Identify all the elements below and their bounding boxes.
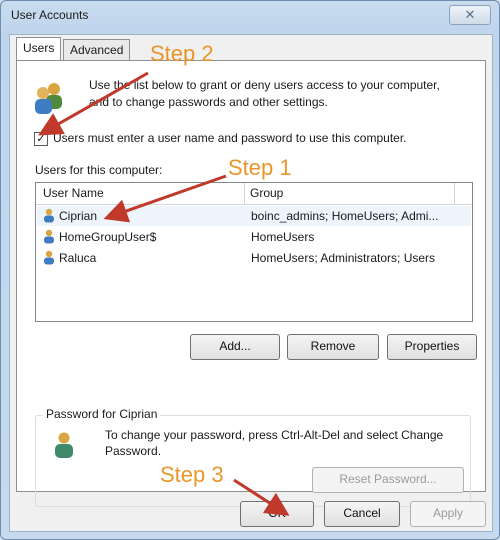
user-icon xyxy=(44,208,54,223)
apply-button[interactable]: Apply xyxy=(410,501,486,527)
users-tab-panel: Use the list below to grant or deny user… xyxy=(16,60,486,507)
ok-button[interactable]: OK xyxy=(240,501,314,527)
properties-button[interactable]: Properties xyxy=(387,334,477,360)
user-icon xyxy=(44,229,54,244)
column-separator[interactable] xyxy=(244,183,245,204)
group-cell: HomeUsers xyxy=(251,230,315,244)
remove-button[interactable]: Remove xyxy=(287,334,379,360)
password-group-title: Password for Ciprian xyxy=(43,407,161,421)
group-cell: HomeUsers; Administrators; Users xyxy=(251,251,436,265)
listview-header: User Name Group xyxy=(36,183,472,205)
user-name-cell: Ciprian xyxy=(59,209,98,223)
user-accounts-window: User Accounts ✕ Users Advanced Use the l… xyxy=(0,0,500,540)
step-2-annotation: Step 2 xyxy=(150,41,214,66)
window-title: User Accounts xyxy=(11,8,89,22)
step-3-annotation: Step 3 xyxy=(160,462,224,487)
user-icon xyxy=(44,250,54,265)
add-button[interactable]: Add... xyxy=(190,334,280,360)
password-instructions: To change your password, press Ctrl-Alt-… xyxy=(105,428,444,458)
password-user-icon xyxy=(55,432,73,458)
table-row[interactable]: Raluca HomeUsers; Administrators; Users xyxy=(37,248,471,268)
cancel-button[interactable]: Cancel xyxy=(324,501,400,527)
user-name-cell: HomeGroupUser$ xyxy=(59,230,157,244)
users-list-label: Users for this computer: xyxy=(35,163,163,177)
close-button[interactable]: ✕ xyxy=(449,5,491,25)
column-separator[interactable] xyxy=(454,183,455,204)
users-icon xyxy=(35,83,62,114)
password-required-checkbox[interactable]: ✓ xyxy=(34,132,48,146)
reset-password-button[interactable]: Reset Password... xyxy=(312,467,464,493)
close-icon: ✕ xyxy=(464,7,476,22)
tab-users[interactable]: Users xyxy=(16,37,62,60)
intro-text: Use the list below to grant or deny user… xyxy=(89,78,440,109)
table-row[interactable]: Ciprian boinc_admins; HomeUsers; Admi... xyxy=(37,206,471,226)
users-listview[interactable]: User Name Group Ciprian boinc_admins; Ho… xyxy=(35,182,473,322)
step-1-annotation: Step 1 xyxy=(228,155,292,180)
column-header-group[interactable]: Group xyxy=(250,186,283,200)
tab-advanced[interactable]: Advanced xyxy=(63,39,131,60)
table-row[interactable]: HomeGroupUser$ HomeUsers xyxy=(37,227,471,247)
password-required-label[interactable]: Users must enter a user name and passwor… xyxy=(53,131,407,145)
user-name-cell: Raluca xyxy=(59,251,97,265)
group-cell: boinc_admins; HomeUsers; Admi... xyxy=(251,209,439,223)
checkmark-icon: ✓ xyxy=(36,133,46,145)
dialog-client: Users Advanced Use the list below to gra… xyxy=(9,34,493,532)
column-header-user-name[interactable]: User Name xyxy=(43,186,104,200)
